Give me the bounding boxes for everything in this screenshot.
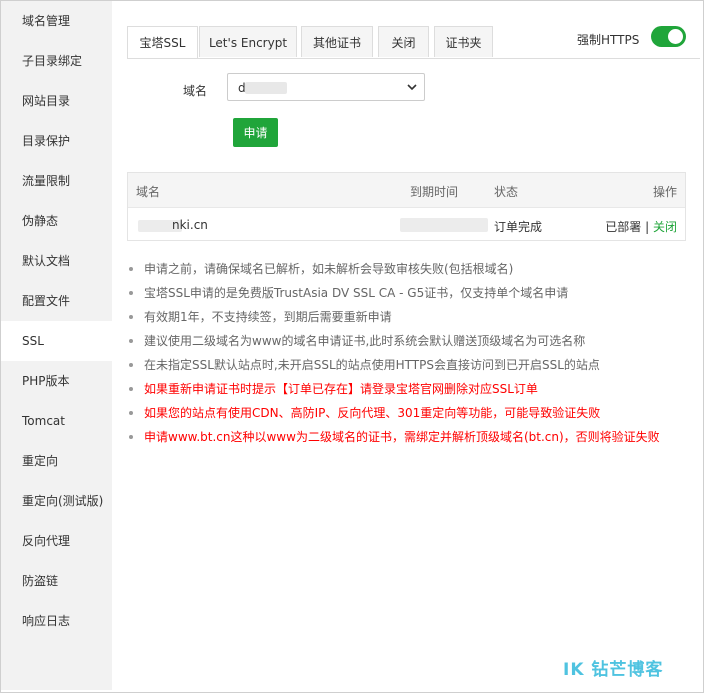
column-domain: 域名: [136, 185, 161, 199]
list-item: 如果您的站点有使用CDN、高防IP、反向代理、301重定向等功能，可能导致验证失…: [127, 401, 697, 425]
list-item: 建议使用二级域名为www的域名申请证书,此时系统会默认赠送顶级域名为可选名称: [127, 329, 697, 353]
bullet-icon: [129, 435, 133, 439]
watermark-logo: IK 钻芒博客: [563, 660, 664, 680]
bullet-icon: [129, 339, 133, 343]
bullet-icon: [129, 291, 133, 295]
apply-button[interactable]: 申请: [233, 118, 278, 147]
sidebar-item-response-log[interactable]: 响应日志: [1, 601, 112, 641]
sidebar-item-redirect[interactable]: 重定向: [1, 441, 112, 481]
bullet-icon: [129, 315, 133, 319]
tab-close[interactable]: 关闭: [378, 26, 429, 57]
sidebar-item-domain-management[interactable]: 域名管理: [1, 1, 112, 41]
sidebar-item-redirect-beta[interactable]: 重定向(测试版): [1, 481, 112, 521]
sidebar-item-hotlink-protection[interactable]: 防盗链: [1, 561, 112, 601]
domain-label: 域名: [183, 84, 208, 98]
sidebar: 域名管理 子目录绑定 网站目录 目录保护 流量限制 伪静态 默认文档 配置文件 …: [1, 1, 112, 690]
sidebar-item-tomcat[interactable]: Tomcat: [1, 401, 112, 441]
list-item: 申请www.bt.cn这种以www为二级域名的证书，需绑定并解析顶级域名(bt.…: [127, 425, 697, 449]
warning-text: 如果您的站点有使用CDN、高防IP、反向代理、301重定向等功能，可能导致验证失…: [144, 406, 601, 420]
sidebar-item-rewrite[interactable]: 伪静态: [1, 201, 112, 241]
sidebar-item-subdirectory-binding[interactable]: 子目录绑定: [1, 41, 112, 81]
list-item: 有效期1年，不支持续签，到期后需要重新申请: [127, 305, 697, 329]
bullet-icon: [129, 387, 133, 391]
chevron-down-icon: [407, 84, 417, 91]
note-text: 有效期1年，不支持续签，到期后需要重新申请: [144, 310, 392, 324]
ssl-panel: 宝塔SSL Let's Encrypt 其他证书 关闭 证书夹 强制HTTPS …: [113, 1, 703, 692]
list-item: 在未指定SSL默认站点时,未开启SSL的站点使用HTTPS会直接访问到已开启SS…: [127, 353, 697, 377]
redacted-expiry: [400, 218, 488, 232]
column-action: 操作: [652, 185, 677, 199]
sidebar-item-default-document[interactable]: 默认文档: [1, 241, 112, 281]
sidebar-item-traffic-limit[interactable]: 流量限制: [1, 161, 112, 201]
list-item: 申请之前，请确保域名已解析，如未解析会导致审核失败(包括根域名): [127, 257, 697, 281]
note-text: 申请之前，请确保域名已解析，如未解析会导致审核失败(包括根域名): [144, 262, 514, 276]
redacted-domain: [245, 82, 287, 94]
list-item: 宝塔SSL申请的是免费版TrustAsia DV SSL CA - G5证书，仅…: [127, 281, 697, 305]
list-item: 如果重新申请证书时提示【订单已存在】请登录宝塔官网删除对应SSL订单: [127, 377, 697, 401]
deployed-label: 已部署: [605, 220, 642, 234]
note-text: 建议使用二级域名为www的域名申请证书,此时系统会默认赠送顶级域名为可选名称: [144, 334, 586, 348]
force-https-toggle[interactable]: [651, 26, 686, 47]
tab-lets-encrypt[interactable]: Let's Encrypt: [199, 26, 297, 57]
sidebar-item-config-file[interactable]: 配置文件: [1, 281, 112, 321]
bullet-icon: [129, 363, 133, 367]
bullet-icon: [129, 411, 133, 415]
sidebar-item-ssl[interactable]: SSL: [1, 321, 112, 361]
row-status: 订单完成: [494, 220, 543, 234]
row-actions: 已部署 | 关闭: [605, 218, 677, 235]
warning-text: 如果重新申请证书时提示【订单已存在】请登录宝塔官网删除对应SSL订单: [144, 382, 538, 396]
domain-select[interactable]: d :n: [227, 73, 425, 101]
note-text: 宝塔SSL申请的是免费版TrustAsia DV SSL CA - G5证书，仅…: [144, 286, 569, 300]
sidebar-item-site-directory[interactable]: 网站目录: [1, 81, 112, 121]
sidebar-item-reverse-proxy[interactable]: 反向代理: [1, 521, 112, 561]
close-link[interactable]: 关闭: [653, 220, 677, 234]
sidebar-item-php-version[interactable]: PHP版本: [1, 361, 112, 401]
force-https-label: 强制HTTPS: [577, 33, 640, 47]
tab-certificate-folder[interactable]: 证书夹: [434, 26, 493, 57]
row-domain: nki.cn: [172, 218, 208, 232]
warning-text: 申请www.bt.cn这种以www为二级域名的证书，需绑定并解析顶级域名(bt.…: [144, 430, 660, 444]
table-header: 域名 到期时间 状态 操作: [128, 173, 685, 208]
tab-baota-ssl[interactable]: 宝塔SSL: [127, 26, 198, 58]
bullet-icon: [129, 267, 133, 271]
help-notes: 申请之前，请确保域名已解析，如未解析会导致审核失败(包括根域名) 宝塔SSL申请…: [127, 257, 697, 449]
certificate-table: 域名 到期时间 状态 操作 nki.cn 订单完成 已部署 | 关闭: [127, 172, 686, 241]
action-separator: |: [645, 220, 650, 234]
column-status: 状态: [494, 185, 519, 199]
column-expiry: 到期时间: [410, 185, 459, 199]
toggle-knob: [668, 29, 683, 44]
sidebar-item-directory-protection[interactable]: 目录保护: [1, 121, 112, 161]
note-text: 在未指定SSL默认站点时,未开启SSL的站点使用HTTPS会直接访问到已开启SS…: [144, 358, 600, 372]
tab-other-certificates[interactable]: 其他证书: [301, 26, 373, 57]
